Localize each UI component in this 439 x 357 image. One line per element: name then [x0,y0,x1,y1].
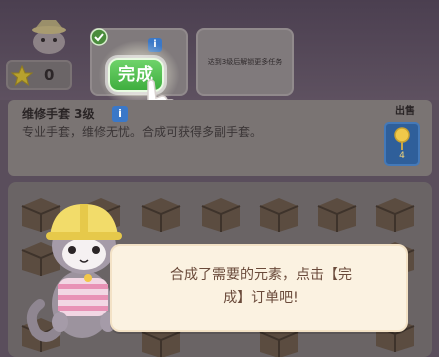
crate-tile[interactable] [314,196,360,234]
star-count: 0 [44,66,55,84]
check-badge-icon [90,28,108,46]
coin-icon [394,127,410,150]
crate-tile[interactable] [256,196,302,234]
tutorial-dialog-text: 合成了需要的元素，点击【完 成】订单吧! [130,264,392,312]
sell-count: 4 [399,151,405,161]
dialog-line-1: 合成了需要的元素，点击【完 [170,267,352,283]
star-icon [10,64,34,87]
dialog-line-2: 成】订单吧! [223,290,299,306]
sell-label: 出售 [395,106,415,117]
crate-tile[interactable] [198,196,244,234]
item-description: 专业手套，维修无忧。合成可获得多副手套。 [22,125,263,139]
cat-avatar-icon [32,20,66,54]
unlock-hint-text: 达到3级后解锁更多任务 [207,58,283,66]
crate-tile[interactable] [138,196,184,234]
item-info-badge[interactable]: i [112,106,128,122]
crate-tile[interactable] [372,196,418,234]
